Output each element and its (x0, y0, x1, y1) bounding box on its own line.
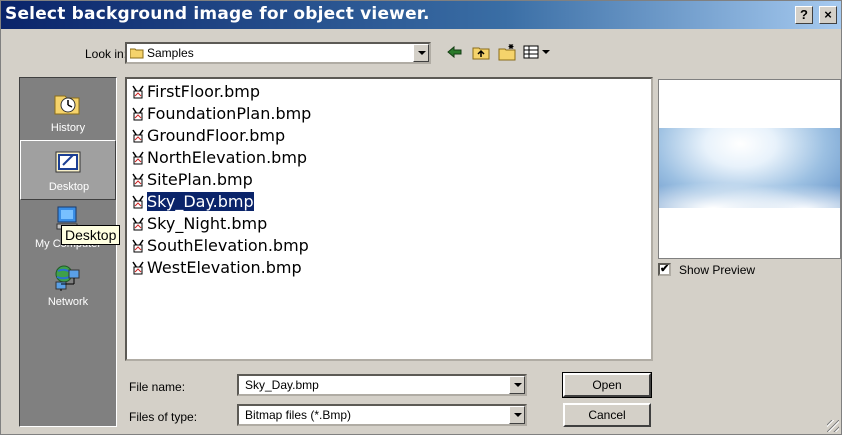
new-folder-icon[interactable] (497, 43, 517, 63)
bitmap-file-icon (132, 151, 144, 165)
history-icon (54, 95, 80, 115)
places-bar: History Desktop My Computer Network (19, 77, 117, 427)
file-list[interactable]: FirstFloor.bmp FoundationPlan.bmp Ground… (125, 77, 653, 361)
bitmap-file-icon (132, 239, 144, 253)
file-name-label: File name: (129, 380, 186, 394)
file-name-combo[interactable]: Sky_Day.bmp (237, 374, 527, 396)
place-desktop[interactable]: Desktop (20, 140, 116, 200)
file-type-label: Files of type: (129, 410, 198, 424)
image-preview (658, 79, 841, 259)
dialog-title: Select background image for object viewe… (5, 4, 430, 24)
file-item-selected[interactable]: Sky_Day.bmp (131, 191, 255, 213)
bitmap-file-icon (132, 107, 144, 121)
place-network[interactable]: Network (20, 256, 116, 316)
network-icon (55, 265, 80, 291)
open-button[interactable]: Open (562, 372, 652, 398)
up-folder-icon[interactable] (471, 43, 491, 63)
file-item[interactable]: SouthElevation.bmp (131, 235, 309, 257)
bitmap-file-icon (132, 261, 144, 275)
resize-grip[interactable] (827, 420, 839, 432)
file-item[interactable]: NorthElevation.bmp (131, 147, 307, 169)
sky-preview-image (659, 128, 840, 208)
bitmap-file-icon (132, 217, 144, 231)
file-item[interactable]: WestElevation.bmp (131, 257, 302, 279)
show-preview-checkbox[interactable]: ✔ (658, 263, 671, 276)
file-name-value: Sky_Day.bmp (245, 378, 319, 392)
look-in-combo[interactable]: Samples (125, 42, 431, 64)
help-button[interactable]: ? (795, 6, 813, 24)
bitmap-file-icon (132, 195, 144, 209)
place-desktop-label: Desktop (48, 181, 90, 193)
file-name-dropdown-arrow[interactable] (509, 376, 525, 394)
place-history[interactable]: History (20, 82, 116, 142)
desktop-icon (55, 151, 81, 173)
show-preview-label: Show Preview (679, 263, 756, 277)
file-type-value: Bitmap files (*.Bmp) (245, 408, 352, 422)
file-item[interactable]: FoundationPlan.bmp (131, 103, 311, 125)
bitmap-file-icon (132, 85, 144, 99)
file-dialog-window: Select background image for object viewe… (0, 0, 842, 435)
bitmap-file-icon (132, 173, 144, 187)
tooltip: Desktop (61, 225, 121, 245)
bitmap-file-icon (132, 129, 144, 143)
file-type-select[interactable]: Bitmap files (*.Bmp) (237, 404, 527, 426)
place-history-label: History (50, 122, 86, 134)
file-item[interactable]: FirstFloor.bmp (131, 81, 260, 103)
back-arrow-icon[interactable] (445, 43, 465, 63)
file-type-dropdown-arrow[interactable] (509, 406, 525, 424)
look-in-label: Look in: (85, 47, 128, 61)
file-item[interactable]: GroundFloor.bmp (131, 125, 285, 147)
cancel-button[interactable]: Cancel (563, 403, 651, 427)
folder-icon (130, 48, 144, 59)
file-item[interactable]: Sky_Night.bmp (131, 213, 267, 235)
title-bar[interactable]: Select background image for object viewe… (1, 1, 841, 29)
look-in-value: Samples (147, 46, 194, 60)
place-network-label: Network (47, 296, 89, 308)
file-item[interactable]: SitePlan.bmp (131, 169, 253, 191)
look-in-dropdown-arrow[interactable] (413, 44, 429, 62)
view-menu-icon[interactable] (523, 43, 553, 63)
close-button[interactable]: × (819, 6, 837, 24)
